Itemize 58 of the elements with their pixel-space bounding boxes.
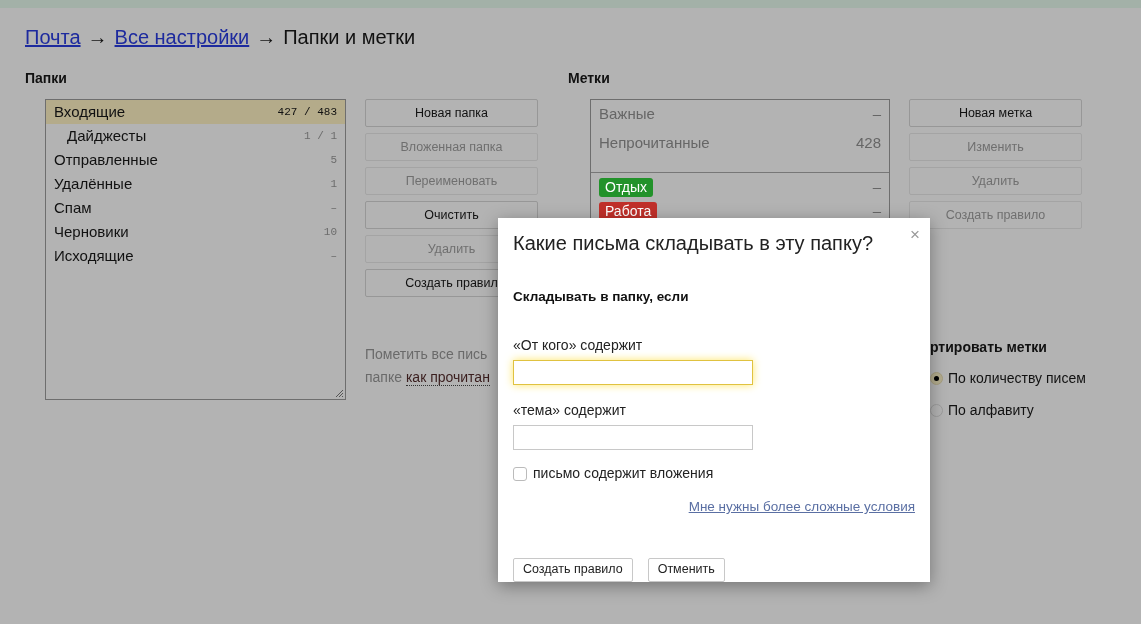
label-name: Важные	[599, 104, 655, 125]
folder-name: Спам	[54, 197, 92, 218]
field-label: «От кого» содержит	[513, 336, 644, 356]
radio-button[interactable]	[930, 371, 943, 385]
checkbox-label: письмо содержит вложения	[533, 464, 714, 484]
breadcrumb-link[interactable]: Все настройки	[114, 22, 250, 52]
message-count: –	[872, 104, 881, 125]
dialog-button[interactable]: Отменить	[647, 557, 725, 582]
message-count: 1 / 1	[304, 128, 337, 144]
label-name: Непрочитанные	[599, 133, 710, 154]
message-count: 1	[330, 176, 337, 192]
action-button[interactable]: Очистить	[365, 201, 538, 229]
resize-handle-icon[interactable]	[335, 389, 344, 398]
message-count: 10	[323, 224, 337, 240]
folder-item[interactable]: Отправленные 5	[46, 148, 345, 172]
action-button[interactable]: Новая метка	[909, 99, 1082, 127]
folder-item[interactable]: Удалённые 1	[46, 172, 345, 196]
mark-read-link[interactable]: как прочитан	[405, 369, 490, 386]
message-count: 428	[855, 133, 881, 154]
folder-name: Дайджесты	[67, 125, 147, 146]
input-field[interactable]	[513, 425, 753, 451]
section-heading: ртировать метки	[930, 338, 1048, 357]
action-button[interactable]: Новая папка	[365, 99, 538, 127]
folder-name: Входящие	[54, 101, 126, 122]
label-tag: Отдых	[599, 177, 654, 197]
message-count: –	[330, 248, 337, 264]
folder-name: Удалённые	[54, 173, 133, 194]
message-count: –	[872, 200, 881, 221]
instruction-text: Пометить все пись	[365, 345, 488, 364]
folder-item[interactable]: Входящие 427 / 483	[46, 100, 345, 124]
radio-label: По алфавиту	[948, 400, 1034, 420]
page-title: Папки и метки	[283, 25, 416, 50]
checkbox[interactable]	[513, 466, 527, 481]
radio-label: По количеству писем	[948, 368, 1086, 388]
dialog-button[interactable]: Создать правило	[513, 557, 633, 582]
label-tag: Работа	[599, 201, 658, 221]
advanced-conditions-link[interactable]: Мне нужны более сложные условия	[688, 497, 915, 518]
folder-item[interactable]: Спам –	[46, 196, 345, 220]
message-count: 5	[330, 152, 337, 168]
message-count: 427 / 483	[277, 104, 337, 120]
folder-name: Черновики	[54, 221, 129, 242]
radio-button[interactable]	[930, 403, 943, 417]
arrow-separator: →	[256, 25, 277, 50]
field-label: «тема» содержит	[513, 401, 627, 421]
message-count: –	[872, 176, 881, 197]
folder-item[interactable]: Исходящие –	[46, 244, 345, 268]
input-field[interactable]	[513, 360, 753, 386]
folder-name: Исходящие	[54, 245, 134, 266]
arrow-separator: →	[87, 25, 108, 50]
folder-item[interactable]: Черновики 10	[46, 220, 345, 244]
section-heading: Метки	[568, 69, 611, 88]
breadcrumb-link[interactable]: Почта	[25, 22, 81, 52]
label-item[interactable]: Отдых –	[591, 175, 889, 199]
instruction-text: папке	[365, 369, 404, 385]
section-heading: Папки	[25, 69, 68, 88]
folder-item[interactable]: Дайджесты 1 / 1	[46, 124, 345, 148]
folder-name: Отправленные	[54, 149, 158, 170]
message-count: –	[330, 200, 337, 216]
